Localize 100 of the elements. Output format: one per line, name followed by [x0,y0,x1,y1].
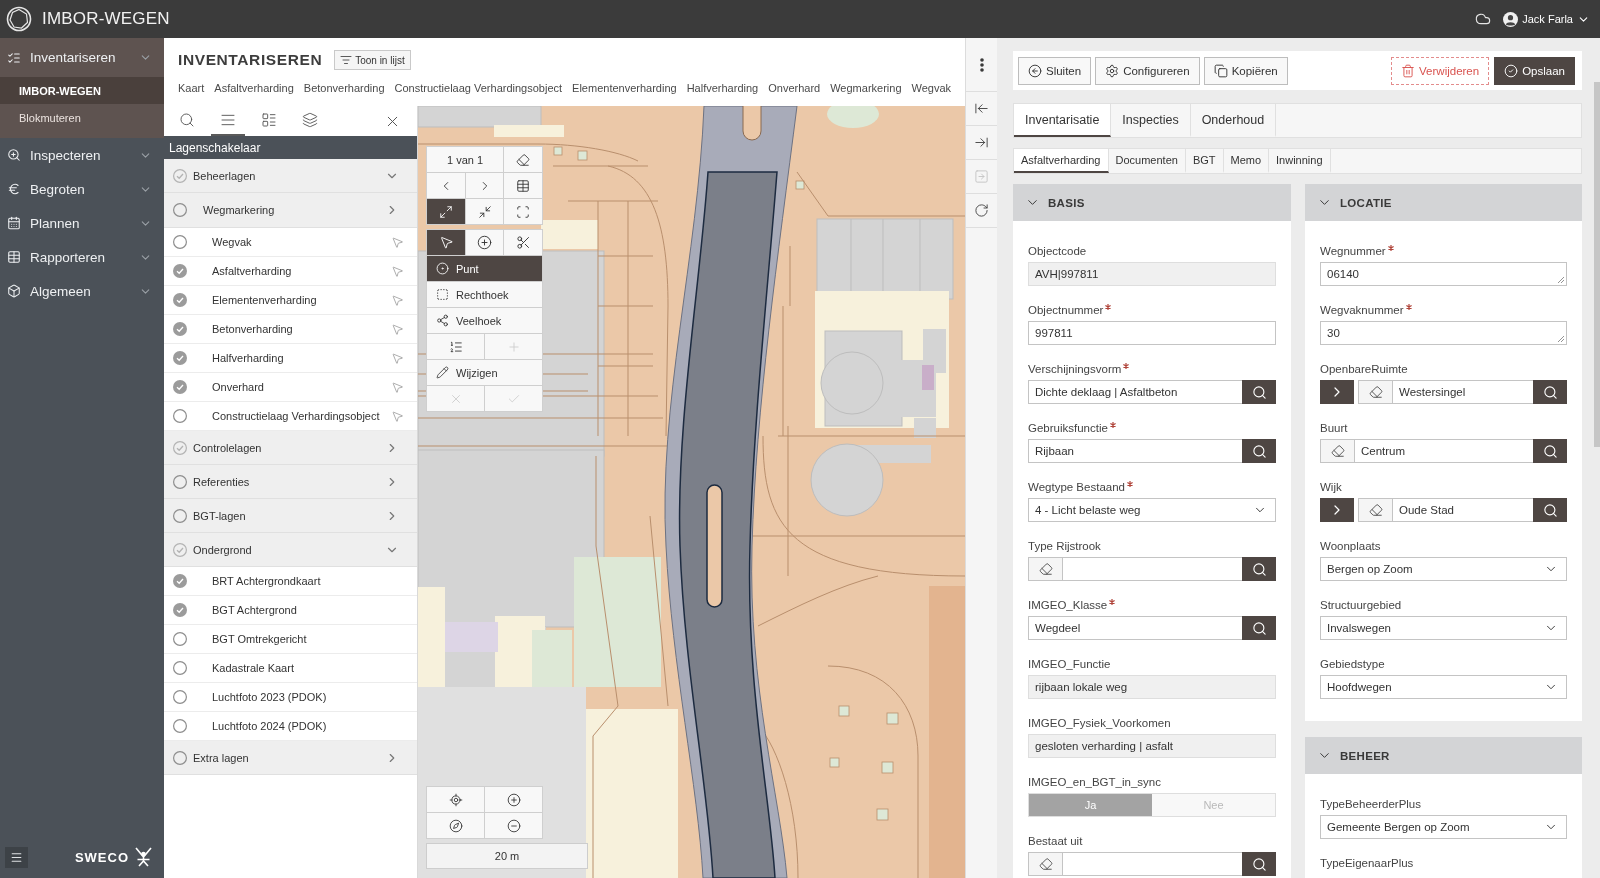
tab[interactable]: Kaart [178,80,205,96]
empty-circle-icon[interactable] [173,474,187,489]
lookup-field[interactable]: Dichte deklaag | Asfaltbeton [1028,380,1242,404]
tab[interactable]: Betonverharding [303,80,385,96]
dropdown[interactable]: Hoofdwegen [1320,675,1567,699]
clear-button[interactable] [1028,557,1062,581]
search-button[interactable] [1242,380,1276,404]
dropdown[interactable]: Bergen op Zoom [1320,557,1567,581]
dropdown[interactable]: Gemeente Bergen op Zoom [1320,815,1567,839]
tab[interactable]: Onverhard [768,80,821,96]
lookup-field[interactable] [1062,557,1242,581]
draw-mode-option[interactable]: Rechthoek [427,282,543,308]
save-button[interactable]: Opslaan [1494,56,1575,85]
tab[interactable]: Elementenverharding [572,80,677,96]
search-button[interactable] [1533,380,1567,404]
nav-item[interactable]: Rapporteren [0,240,164,274]
menu-button[interactable] [5,846,28,868]
section-header[interactable]: LOCATIE [1305,184,1582,221]
check-circle-icon[interactable] [173,380,187,394]
pointer-icon[interactable] [391,380,404,394]
lookup-field[interactable]: Oude Stad [1392,498,1533,522]
check-circle-icon[interactable] [173,603,187,617]
show-list-button[interactable]: Toon in lijst [334,50,411,70]
lookup-field[interactable]: Westersingel [1392,380,1533,404]
collapse-button[interactable] [466,199,504,225]
check-circle-icon[interactable] [173,264,187,278]
zoom-out-button[interactable] [485,813,543,839]
empty-circle-icon[interactable] [173,203,187,217]
map-drawing[interactable] [418,106,965,878]
draw-mode-option[interactable]: Veelhoek [427,308,543,334]
tab[interactable]: Inventarisatie [1014,104,1112,137]
clear-button[interactable] [1028,852,1062,876]
copy-button[interactable]: Kopiëren [1203,56,1288,85]
layer-group-row[interactable]: Referenties [164,465,417,499]
check-circle-outline-icon[interactable] [173,440,187,455]
close-button[interactable]: Sluiten [1018,56,1092,85]
add-tool-button[interactable] [466,230,504,256]
empty-circle-icon[interactable] [173,750,187,765]
search-button[interactable] [1533,498,1567,522]
check-circle-outline-icon[interactable] [173,168,187,183]
text-area[interactable]: 06140 [1320,262,1567,286]
layer-group-row[interactable]: Extra lagen [164,741,417,775]
tab[interactable]: Wegvak [911,80,952,96]
empty-circle-icon[interactable] [173,508,187,523]
text-field[interactable]: 997811 [1028,321,1276,345]
layer-group-row[interactable]: Ondergrond [164,533,417,567]
delete-button[interactable]: Verwijderen [1391,56,1490,85]
list-button[interactable] [427,334,485,360]
drilldown-button[interactable] [1320,498,1354,522]
nav-item[interactable]: Plannen [0,206,164,240]
check-circle-icon[interactable] [173,351,187,365]
search-button[interactable] [1242,439,1276,463]
locate-button[interactable] [427,787,485,813]
lookup-field[interactable]: Rijbaan [1028,439,1242,463]
tab[interactable]: Constructielaag Verhardingsobject [394,80,563,96]
nav-item[interactable]: Begroten [0,172,164,206]
search-button[interactable] [1242,852,1276,876]
lookup-field[interactable]: Centrum [1354,439,1533,463]
empty-circle-icon[interactable] [173,409,187,423]
dropdown[interactable]: Invalswegen [1320,616,1567,640]
check-circle-outline-icon[interactable] [173,542,187,557]
check-circle-icon[interactable] [173,293,187,307]
nav-item[interactable]: Algemeen [0,274,164,308]
cut-tool-button[interactable] [504,230,543,256]
lookup-field[interactable]: Wegdeel [1028,616,1242,640]
clear-button[interactable] [1358,380,1392,404]
empty-circle-icon[interactable] [173,690,187,704]
clear-selection-button[interactable] [504,147,543,173]
draw-mode-option[interactable]: Punt [427,256,543,282]
empty-circle-icon[interactable] [173,719,187,733]
layer-group-row[interactable]: Controlelagen [164,431,417,465]
text-area[interactable]: 30 [1320,321,1567,345]
table-view-button[interactable] [504,173,543,199]
zoom-in-button[interactable] [485,787,543,813]
section-header[interactable]: BEHEER [1305,737,1582,774]
pointer-icon[interactable] [391,409,404,423]
section-header[interactable]: BASIS [1013,184,1291,221]
clear-button[interactable] [1358,498,1392,522]
check-circle-icon[interactable] [173,322,187,336]
nav-item[interactable]: Inspecteren [0,138,164,172]
layer-group-row[interactable]: Wegmarkering [164,193,417,228]
pointer-icon[interactable] [391,293,404,307]
layer-group-row[interactable]: BGT-lagen [164,499,417,533]
empty-circle-icon[interactable] [173,661,187,675]
dropdown[interactable]: 4 - Licht belaste weg [1028,498,1276,522]
tab[interactable]: Halfverharding [686,80,759,96]
empty-circle-icon[interactable] [173,235,187,249]
empty-circle-icon[interactable] [173,632,187,646]
scrollbar-thumb[interactable] [1594,82,1600,447]
subtab[interactable]: Asfaltverharding [1014,149,1109,173]
nav-subitem[interactable]: IMBOR-WEGEN [0,77,164,104]
lookup-field[interactable] [1062,852,1242,876]
cloud-icon[interactable] [1475,11,1492,27]
edit-button[interactable]: Wijzigen [427,360,543,386]
pointer-icon[interactable] [391,351,404,365]
pointer-icon[interactable] [391,322,404,336]
layer-group-row[interactable]: Beheerlagen [164,159,417,193]
nav-subitem[interactable]: Blokmuteren [0,104,164,138]
search-button[interactable] [1533,439,1567,463]
drilldown-button[interactable] [1320,380,1354,404]
